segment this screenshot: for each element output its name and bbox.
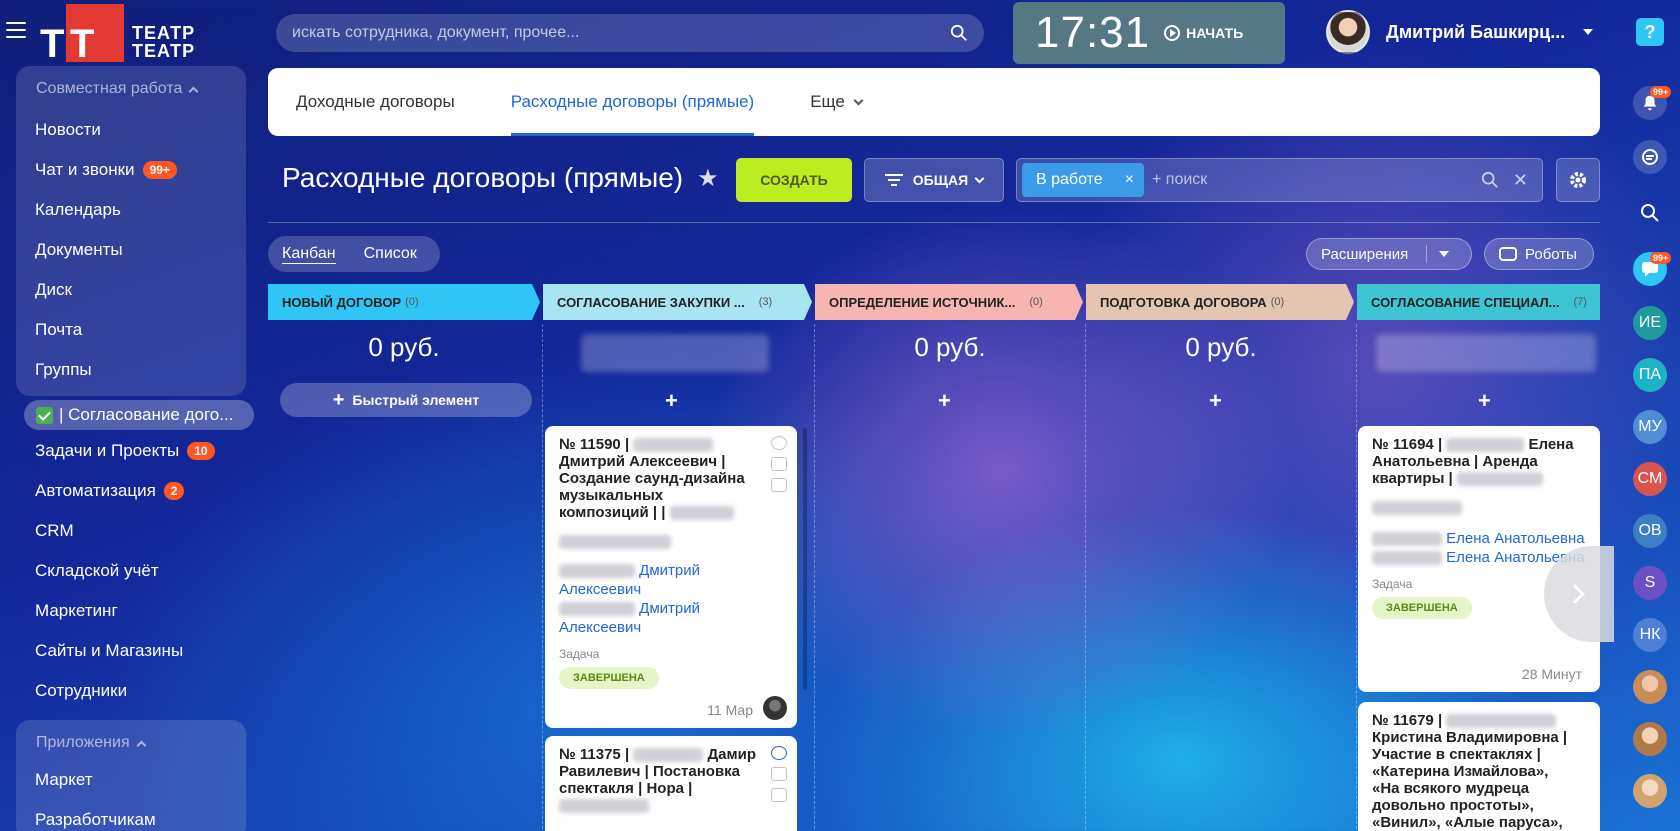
chat-icon[interactable] (771, 478, 787, 492)
card-actions (771, 746, 787, 802)
card-title: № 11590 | Дмитрий Алексеевич | Создание … (559, 436, 745, 521)
notification-badge: 99+ (1650, 86, 1672, 98)
messenger-button[interactable] (1633, 140, 1667, 174)
column-sum-hidden (1376, 334, 1596, 372)
add-item-icon[interactable]: + (1209, 388, 1222, 414)
add-item-icon[interactable]: + (938, 388, 951, 414)
status-badge: ЗАВЕРШЕНА (1372, 597, 1472, 619)
chevron-right-icon (1565, 584, 1585, 604)
kanban-card[interactable]: № 11375 | Дамир Равилевич | Постановка с… (545, 736, 797, 831)
column-header-source[interactable]: ОПРЕДЕЛЕНИЕ ИСТОЧНИК... (0) (815, 284, 1073, 320)
mail-icon[interactable] (771, 767, 787, 781)
mail-icon[interactable] (771, 457, 787, 471)
rail-search-button[interactable] (1633, 196, 1667, 230)
column-header-preparation[interactable]: ПОДГОТОВКА ДОГОВОРА (0) (1086, 284, 1344, 320)
kanban-card[interactable]: № 11590 | Дмитрий Алексеевич | Создание … (545, 426, 797, 728)
card-sum-hidden (1372, 500, 1462, 515)
column-divider (1356, 324, 1357, 831)
card-sum-hidden (559, 534, 671, 549)
kanban-card[interactable]: № 11679 | Кристина Владимировна | Участи… (1358, 702, 1600, 831)
column-sum: 0 руб. (914, 332, 986, 362)
card-title: № 11679 | Кристина Владимировна | Участи… (1372, 712, 1568, 831)
contact-avatar[interactable]: ПА (1633, 358, 1667, 392)
card-contact-link[interactable]: Дмитрий Алексеевич (559, 561, 783, 599)
card-contact-link[interactable]: Елена Анатольевна (1372, 529, 1586, 548)
card-actions (771, 436, 787, 492)
notification-badge: 99+ (1650, 252, 1672, 264)
column-header-procurement[interactable]: СОГЛАСОВАНИЕ ЗАКУПКИ ... (3) (543, 284, 801, 320)
card-title: № 11694 | Елена Анатольевна | Аренда ква… (1372, 436, 1574, 487)
contact-avatar[interactable]: ИЕ (1633, 306, 1667, 340)
column-divider (814, 324, 815, 831)
column-divider (542, 324, 543, 831)
contact-avatar-photo[interactable] (1633, 670, 1667, 704)
contact-avatar-photo[interactable] (1633, 774, 1667, 808)
card-activity-label: Задача (559, 647, 600, 661)
chat-icon[interactable] (771, 788, 787, 802)
column-header-specialist[interactable]: СОГЛАСОВАНИЕ СПЕЦИАЛ... (7) (1357, 284, 1600, 320)
scrollbar[interactable] (803, 428, 807, 690)
column-divider (1085, 324, 1086, 831)
column-sum-hidden (581, 334, 769, 372)
column-sum: 0 руб. (368, 332, 440, 362)
add-item-icon[interactable]: + (1478, 388, 1491, 414)
status-badge: ЗАВЕРШЕНА (559, 667, 659, 689)
contact-avatar-photo[interactable] (1633, 722, 1667, 756)
column-sum: 0 руб. (1185, 332, 1257, 362)
column-header-new[interactable]: НОВЫЙ ДОГОВОР (0) (268, 284, 530, 320)
contact-avatar[interactable]: СМ (1633, 462, 1667, 496)
card-title: № 11375 | Дамир Равилевич | Постановка с… (559, 746, 783, 814)
responsible-avatar[interactable] (763, 696, 787, 720)
phone-icon[interactable] (771, 746, 787, 760)
contact-avatar[interactable]: НК (1633, 618, 1667, 652)
quick-add-button[interactable]: + Быстрый элемент (280, 383, 532, 417)
help-button[interactable]: ? (1636, 18, 1664, 46)
contact-avatar[interactable]: МУ (1633, 410, 1667, 444)
search-icon (1641, 204, 1659, 222)
contact-avatar[interactable]: S (1633, 566, 1667, 600)
card-date: 11 Мар (707, 702, 753, 718)
card-contact-link[interactable]: Дмитрий Алексеевич (559, 599, 783, 637)
add-item-icon[interactable]: + (665, 388, 678, 414)
chat-icon (1642, 149, 1658, 165)
card-date: 28 Минут (1521, 666, 1582, 682)
contact-avatar[interactable]: ОВ (1633, 514, 1667, 548)
phone-icon[interactable] (771, 436, 787, 450)
